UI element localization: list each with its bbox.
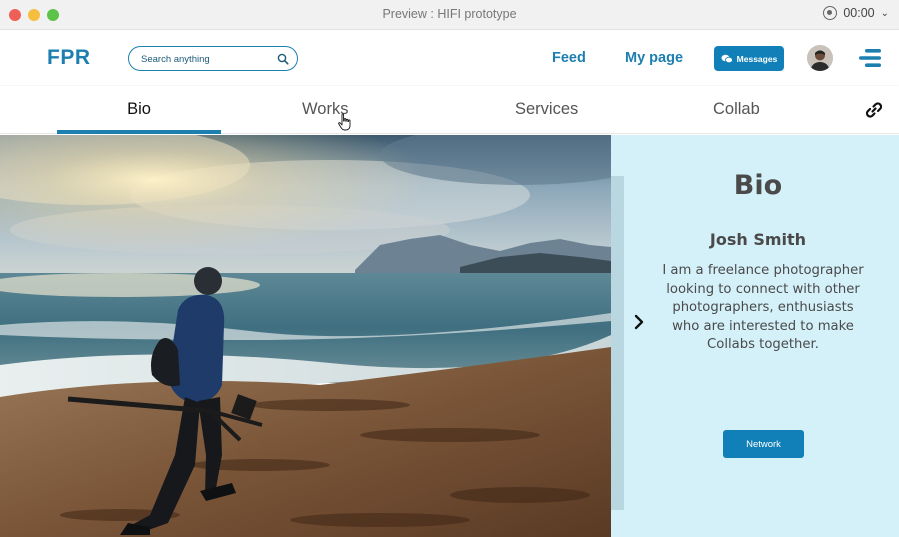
active-tab-indicator — [57, 130, 221, 134]
nav-feed-link[interactable]: Feed — [552, 50, 586, 66]
messages-button-label: Messages — [736, 53, 778, 64]
nav-my-page-link[interactable]: My page — [625, 50, 683, 66]
logo[interactable]: FPR — [47, 46, 91, 70]
bio-heading: Bio — [733, 170, 783, 201]
chevron-right-icon[interactable] — [632, 312, 646, 332]
search-input[interactable] — [141, 48, 276, 71]
network-button[interactable]: Network — [723, 430, 804, 458]
photographer-on-beach-image — [0, 135, 611, 537]
window-titlebar: Preview : HIFI prototype 00:00 ⌄ — [0, 0, 899, 30]
tab-collab[interactable]: Collab — [713, 100, 760, 119]
app-header: FPR Feed My page Messages — [0, 31, 899, 85]
profile-tabs: Bio Works Services Collab — [0, 86, 899, 134]
bio-description: I am a freelance photographer looking to… — [662, 263, 864, 352]
search-box[interactable] — [128, 46, 298, 71]
tab-bio[interactable]: Bio — [57, 100, 221, 119]
window-title: Preview : HIFI prototype — [382, 7, 517, 21]
hero-photo — [0, 135, 611, 537]
recording-control[interactable]: 00:00 ⌄ — [823, 6, 889, 20]
tab-services[interactable]: Services — [515, 100, 578, 119]
messages-button[interactable]: Messages — [714, 46, 784, 71]
avatar[interactable] — [807, 45, 833, 71]
panel-slider-track — [611, 176, 624, 510]
chat-bubbles-icon — [721, 54, 733, 63]
recording-time: 00:00 — [843, 6, 875, 20]
hand-cursor-icon — [338, 113, 351, 131]
link-icon[interactable] — [864, 100, 884, 120]
profile-name: Josh Smith — [709, 230, 807, 249]
hamburger-menu-icon[interactable] — [859, 48, 883, 68]
user-photo-icon — [807, 45, 833, 71]
record-icon — [823, 6, 838, 20]
chevron-down-icon[interactable]: ⌄ — [881, 8, 889, 19]
search-icon[interactable] — [277, 53, 289, 65]
